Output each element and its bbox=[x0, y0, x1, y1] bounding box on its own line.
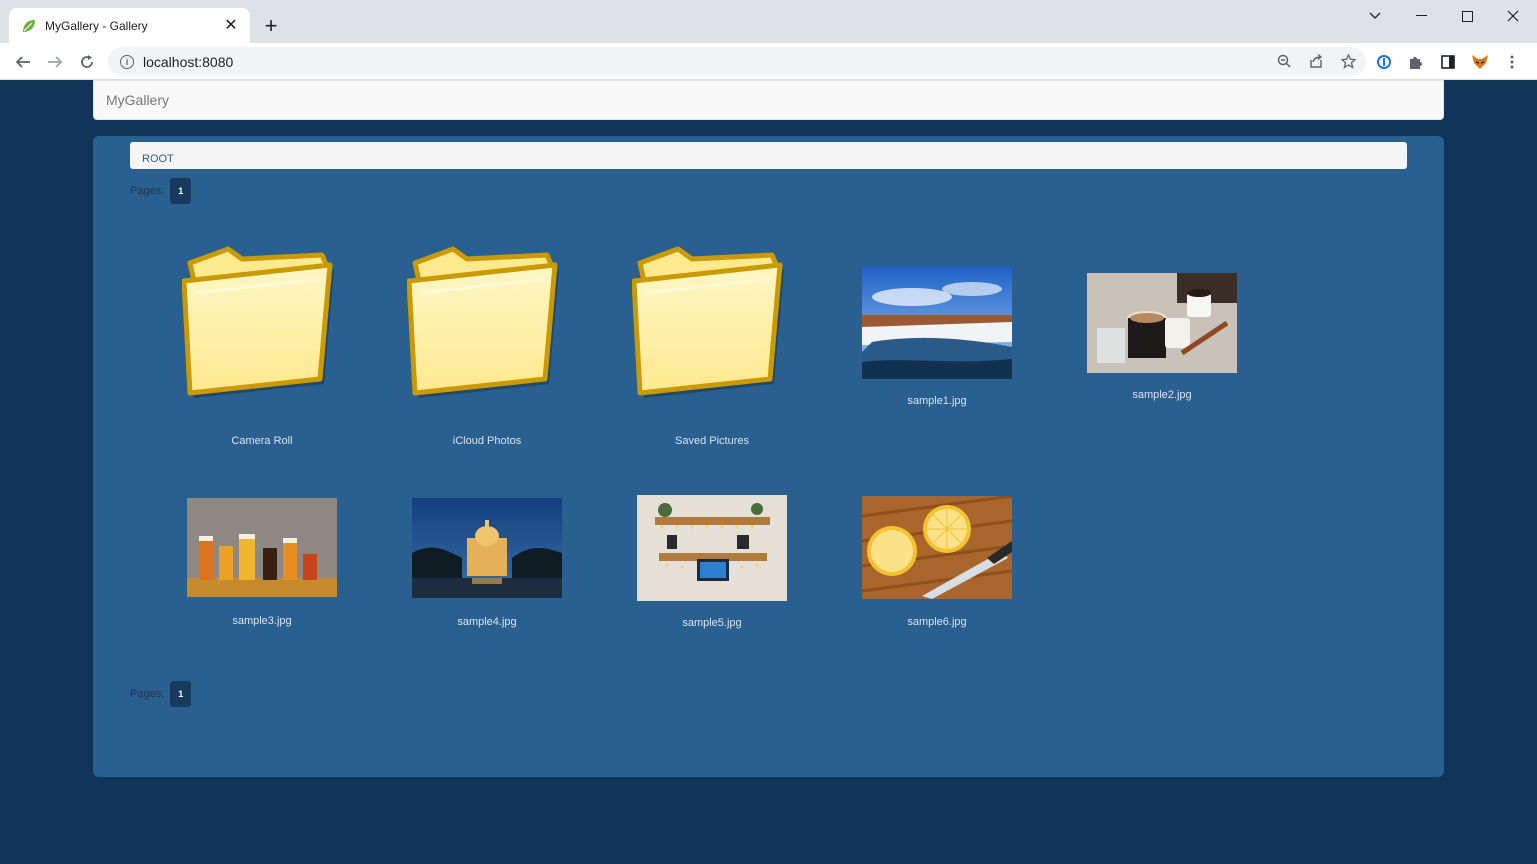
image-item-sample3[interactable]: sample3.jpg bbox=[167, 498, 357, 633]
folder-icon bbox=[632, 246, 784, 398]
zoom-icon[interactable] bbox=[1274, 51, 1294, 71]
forward-arrow-icon[interactable] bbox=[42, 49, 68, 75]
folder-item-saved-pictures[interactable]: Saved Pictures bbox=[617, 236, 807, 451]
thumbnail-image bbox=[412, 498, 562, 598]
tab-title: MyGallery - Gallery bbox=[45, 18, 148, 33]
folder-item-camera-roll[interactable]: Camera Roll bbox=[167, 236, 357, 451]
browser-titlebar: MyGallery - Gallery ✕ + bbox=[0, 0, 1537, 43]
image-item-sample4[interactable]: sample4.jpg bbox=[392, 498, 582, 634]
item-label: Saved Pictures bbox=[675, 435, 749, 447]
star-icon[interactable] bbox=[1338, 51, 1358, 71]
thumbnail-image bbox=[1087, 273, 1237, 373]
breadcrumb-root-link[interactable]: ROOT bbox=[142, 153, 174, 165]
gallery-panel: ROOT Pages: 1 Camera Roll iCloud Photos … bbox=[93, 136, 1444, 777]
image-item-sample1[interactable]: sample1.jpg bbox=[842, 267, 1032, 412]
item-label: sample3.jpg bbox=[232, 615, 292, 627]
item-label: sample2.jpg bbox=[1132, 389, 1192, 401]
item-label: sample6.jpg bbox=[907, 616, 967, 628]
app-navbar: MyGallery bbox=[93, 80, 1444, 120]
plus-icon[interactable]: + bbox=[258, 14, 284, 40]
item-label: sample4.jpg bbox=[457, 616, 517, 628]
thumbnail-image bbox=[862, 267, 1012, 379]
url-text: localhost:8080 bbox=[143, 53, 234, 70]
breadcrumb: ROOT bbox=[130, 142, 1407, 169]
folder-icon bbox=[407, 246, 559, 398]
pager-label: Pages: bbox=[130, 185, 165, 197]
leaf-favicon-icon bbox=[21, 18, 37, 34]
item-label: iCloud Photos bbox=[452, 435, 522, 447]
info-icon[interactable]: i bbox=[120, 54, 134, 69]
image-item-sample5[interactable]: sample5.jpg bbox=[617, 495, 807, 634]
page-button[interactable]: 1 bbox=[170, 681, 192, 707]
folder-icon bbox=[182, 246, 334, 398]
brand-link[interactable]: MyGallery bbox=[106, 92, 169, 108]
chevron-down-icon[interactable] bbox=[1352, 0, 1398, 32]
item-label: Camera Roll bbox=[231, 435, 293, 447]
page-button[interactable]: 1 bbox=[170, 178, 192, 204]
browser-toolbar: i localhost:8080 bbox=[0, 43, 1537, 80]
thumbnail-image bbox=[637, 495, 787, 601]
window-close-icon[interactable] bbox=[1490, 0, 1536, 32]
password-manager-icon[interactable] bbox=[1374, 52, 1394, 72]
item-label: sample5.jpg bbox=[682, 617, 742, 629]
close-icon[interactable]: ✕ bbox=[222, 17, 240, 35]
address-bar[interactable]: i localhost:8080 bbox=[108, 47, 1366, 76]
pager-top: Pages: 1 bbox=[130, 178, 192, 204]
browser-tab[interactable]: MyGallery - Gallery ✕ bbox=[9, 8, 250, 43]
share-icon[interactable] bbox=[1306, 51, 1326, 71]
back-arrow-icon[interactable] bbox=[10, 49, 36, 75]
pager-label: Pages: bbox=[130, 688, 165, 700]
thumbnail-image bbox=[187, 498, 337, 597]
pager-bottom: Pages: 1 bbox=[130, 681, 192, 707]
item-label: sample1.jpg bbox=[907, 395, 967, 407]
fox-extension-icon[interactable] bbox=[1470, 52, 1490, 72]
thumbnail-image bbox=[862, 496, 1012, 599]
image-item-sample2[interactable]: sample2.jpg bbox=[1067, 273, 1257, 408]
kebab-menu-icon[interactable] bbox=[1502, 52, 1522, 72]
puzzle-icon[interactable] bbox=[1406, 52, 1426, 72]
reload-icon[interactable] bbox=[74, 49, 100, 75]
image-item-sample6[interactable]: sample6.jpg bbox=[842, 496, 1032, 632]
maximize-icon[interactable] bbox=[1444, 0, 1490, 32]
sidebar-icon[interactable] bbox=[1438, 52, 1458, 72]
folder-item-icloud-photos[interactable]: iCloud Photos bbox=[392, 236, 582, 451]
minimize-icon[interactable] bbox=[1398, 0, 1444, 32]
